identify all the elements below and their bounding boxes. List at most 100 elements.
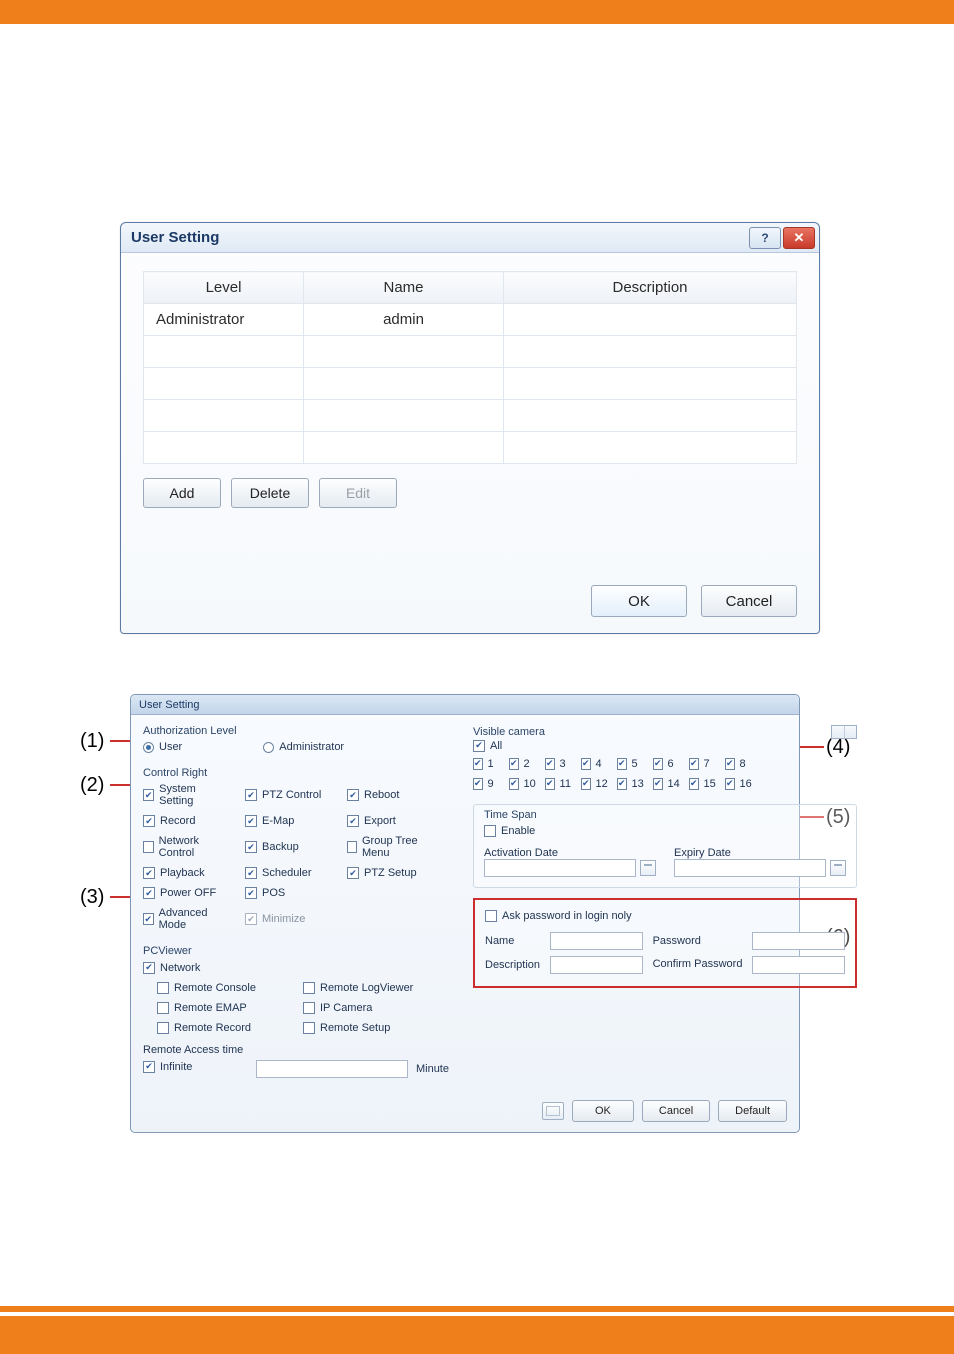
expiry-date-input[interactable] <box>674 859 826 877</box>
control-right-check[interactable]: Export <box>347 815 431 827</box>
control-right-check[interactable]: Power OFF <box>143 887 227 899</box>
camera-number: 15 <box>704 778 716 790</box>
keyboard-icon[interactable] <box>542 1102 564 1120</box>
pcviewer-network-check[interactable]: Network <box>143 962 200 974</box>
pcviewer-item-check[interactable]: Remote Record <box>157 1022 285 1034</box>
pcviewer-item-label: Remote LogViewer <box>320 982 413 994</box>
table-row[interactable] <box>144 336 797 368</box>
camera-number: 12 <box>596 778 608 790</box>
camera-check[interactable]: 5 <box>617 758 635 770</box>
ask-password-label: Ask password in login noly <box>502 910 632 922</box>
pcviewer-item-check[interactable]: Remote EMAP <box>157 1002 285 1014</box>
camera-check[interactable]: 15 <box>689 778 707 790</box>
col-name[interactable]: Name <box>304 272 504 304</box>
detail-default-button[interactable]: Default <box>718 1100 787 1122</box>
minute-input[interactable] <box>256 1060 408 1078</box>
table-row[interactable]: Administrator admin <box>144 304 797 336</box>
delete-button[interactable]: Delete <box>231 478 309 508</box>
control-right-check[interactable]: Advanced Mode <box>143 907 227 931</box>
camera-check[interactable]: 6 <box>653 758 671 770</box>
close-button[interactable]: ✕ <box>783 227 815 249</box>
table-row[interactable] <box>144 368 797 400</box>
camera-check[interactable]: 9 <box>473 778 491 790</box>
camera-check[interactable]: 10 <box>509 778 527 790</box>
checkbox-icon <box>347 789 359 801</box>
control-right-check[interactable]: E-Map <box>245 815 329 827</box>
visible-camera-label: Visible camera <box>473 726 545 738</box>
edit-button[interactable]: Edit <box>319 478 397 508</box>
ok-button[interactable]: OK <box>591 585 687 617</box>
control-right-check[interactable]: Record <box>143 815 227 827</box>
close-icon: ✕ <box>794 230 805 246</box>
control-right-check[interactable]: System Setting <box>143 783 227 807</box>
control-right-check[interactable]: Network Control <box>143 835 227 859</box>
camera-check[interactable]: 2 <box>509 758 527 770</box>
control-right-check[interactable]: PTZ Control <box>245 783 329 807</box>
ask-password-check[interactable]: Ask password in login noly <box>485 910 632 922</box>
timespan-label: Time Span <box>484 809 846 821</box>
cred-name-label: Name <box>485 935 540 947</box>
cred-confirm-input[interactable] <box>752 956 845 974</box>
camera-check[interactable]: 13 <box>617 778 635 790</box>
pcviewer-item-check[interactable]: Remote LogViewer <box>303 982 431 994</box>
camera-check[interactable]: 1 <box>473 758 491 770</box>
detail-cancel-button[interactable]: Cancel <box>642 1100 710 1122</box>
pcviewer-label: PCViewer <box>143 945 449 957</box>
checkbox-icon <box>347 815 359 827</box>
checkbox-icon <box>245 913 257 925</box>
camera-check[interactable]: 11 <box>545 778 563 790</box>
activation-date-input[interactable] <box>484 859 636 877</box>
camera-all-check[interactable]: All <box>473 740 502 752</box>
pcviewer-network-label: Network <box>160 962 200 974</box>
pcviewer-item-check[interactable]: Remote Console <box>157 982 285 994</box>
pcviewer-item-label: Remote Setup <box>320 1022 390 1034</box>
infinite-check[interactable]: Infinite <box>143 1061 192 1073</box>
pcviewer-item-check[interactable]: Remote Setup <box>303 1022 431 1034</box>
col-level[interactable]: Level <box>144 272 304 304</box>
camera-check[interactable]: 16 <box>725 778 743 790</box>
checkbox-icon <box>725 758 735 770</box>
auth-level-label: Authorization Level <box>143 725 449 737</box>
checkbox-icon <box>545 778 555 790</box>
checkbox-icon <box>143 815 155 827</box>
control-right-check[interactable]: Playback <box>143 867 227 879</box>
minute-label: Minute <box>416 1063 449 1075</box>
help-button[interactable]: ? <box>749 227 781 249</box>
camera-check[interactable]: 8 <box>725 758 743 770</box>
camera-page-spinner[interactable] <box>831 725 857 739</box>
remote-access-time-label: Remote Access time <box>143 1044 449 1056</box>
control-right-check[interactable]: Reboot <box>347 783 431 807</box>
radio-icon <box>143 742 154 753</box>
camera-check[interactable]: 3 <box>545 758 563 770</box>
control-right-check[interactable]: Scheduler <box>245 867 329 879</box>
calendar-icon[interactable] <box>830 860 846 876</box>
control-right-check[interactable]: Group Tree Menu <box>347 835 431 859</box>
col-description[interactable]: Description <box>504 272 797 304</box>
control-right-check[interactable]: PTZ Setup <box>347 867 431 879</box>
control-right-label: E-Map <box>262 815 294 827</box>
camera-check[interactable]: 7 <box>689 758 707 770</box>
pcviewer-item-check[interactable]: IP Camera <box>303 1002 431 1014</box>
calendar-icon[interactable] <box>640 860 656 876</box>
cred-description-input[interactable] <box>550 956 643 974</box>
control-right-check[interactable]: Minimize <box>245 907 329 931</box>
checkbox-icon <box>303 1002 315 1014</box>
annotation-3: (3) <box>80 886 104 909</box>
cancel-button[interactable]: Cancel <box>701 585 797 617</box>
control-right-check[interactable]: Backup <box>245 835 329 859</box>
control-right-check[interactable]: POS <box>245 887 329 899</box>
auth-admin-radio[interactable]: Administrator <box>263 741 344 753</box>
table-row[interactable] <box>144 432 797 464</box>
detail-ok-button[interactable]: OK <box>572 1100 634 1122</box>
camera-check[interactable]: 4 <box>581 758 599 770</box>
camera-check[interactable]: 12 <box>581 778 599 790</box>
add-button[interactable]: Add <box>143 478 221 508</box>
auth-user-radio[interactable]: User <box>143 741 182 753</box>
timespan-enable-check[interactable]: Enable <box>484 825 535 837</box>
checkbox-icon <box>157 982 169 994</box>
table-row[interactable] <box>144 400 797 432</box>
camera-check[interactable]: 14 <box>653 778 671 790</box>
cred-password-input[interactable] <box>752 932 845 950</box>
cred-name-input[interactable] <box>550 932 643 950</box>
checkbox-icon <box>581 758 591 770</box>
